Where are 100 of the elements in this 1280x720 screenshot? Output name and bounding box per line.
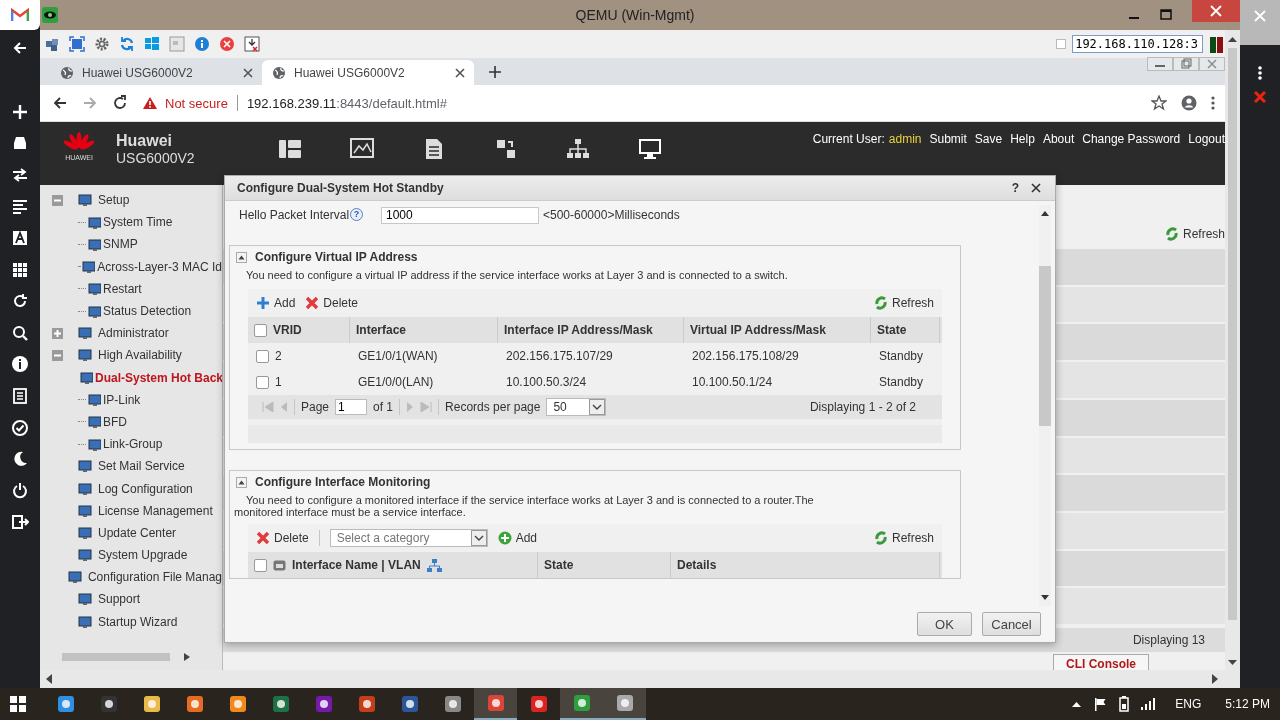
new-tab-icon[interactable] bbox=[488, 64, 502, 79]
tree-item[interactable]: Setup bbox=[98, 193, 130, 208]
battery-icon[interactable] bbox=[1119, 696, 1130, 712]
refresh-button[interactable]: Refresh bbox=[873, 296, 934, 310]
header-link[interactable]: Submit bbox=[929, 132, 967, 146]
text-field[interactable]: 1000 bbox=[381, 206, 539, 224]
close-icon[interactable] bbox=[242, 66, 254, 79]
tree-item[interactable]: Set Mail Service bbox=[98, 459, 185, 474]
signal-icon[interactable] bbox=[1141, 698, 1156, 710]
star-icon[interactable] bbox=[1151, 95, 1167, 111]
add-button[interactable]: Add bbox=[256, 296, 296, 310]
taskbar-button[interactable] bbox=[474, 688, 517, 720]
tree-item[interactable]: Support bbox=[98, 592, 141, 607]
refresh-button[interactable]: Refresh bbox=[1164, 223, 1225, 245]
grid-icon[interactable] bbox=[11, 260, 29, 279]
chevron-up-icon[interactable] bbox=[1072, 701, 1082, 707]
close-icon[interactable] bbox=[454, 66, 466, 79]
tree-item[interactable]: Configuration File Manag bbox=[87, 570, 222, 585]
stop-icon[interactable] bbox=[219, 36, 235, 52]
plus-icon[interactable] bbox=[11, 102, 29, 121]
tree-item[interactable]: BFD bbox=[103, 414, 127, 429]
settings-icon[interactable] bbox=[94, 36, 110, 52]
cli-console-button[interactable]: CLI Console bbox=[1053, 654, 1149, 670]
checkbox[interactable] bbox=[254, 323, 267, 337]
header-link[interactable]: Save bbox=[974, 132, 1003, 146]
tree-item[interactable]: Link-Group bbox=[103, 437, 163, 452]
scroll-right-icon[interactable] bbox=[184, 653, 190, 661]
checkbox[interactable] bbox=[256, 349, 269, 363]
cubes-icon[interactable] bbox=[44, 36, 60, 52]
download-window-icon[interactable] bbox=[244, 36, 260, 52]
delete-button[interactable]: Delete bbox=[256, 531, 309, 545]
text-lines-icon[interactable] bbox=[11, 197, 29, 216]
account-icon[interactable] bbox=[1181, 95, 1197, 111]
column-header[interactable]: Interface Name | VLAN bbox=[248, 552, 538, 578]
minimize-icon[interactable] bbox=[1147, 57, 1173, 71]
dialog-button[interactable]: OK bbox=[917, 612, 972, 636]
tree-item[interactable]: Restart bbox=[103, 281, 142, 296]
security-warning[interactable]: Not secure bbox=[165, 95, 228, 111]
dialog-button[interactable]: Cancel bbox=[982, 612, 1041, 636]
chart-window-icon[interactable] bbox=[350, 138, 374, 160]
tree-item[interactable]: SNMP bbox=[103, 237, 138, 252]
browser-tab[interactable]: Huawei USG6000V2 bbox=[50, 60, 262, 85]
expand-icon[interactable] bbox=[52, 327, 63, 339]
more-icon[interactable] bbox=[1211, 95, 1215, 111]
restore-icon[interactable] bbox=[1173, 57, 1199, 71]
header-link[interactable]: Logout bbox=[1188, 132, 1225, 146]
power-icon[interactable] bbox=[11, 481, 29, 500]
tree-item[interactable]: Across-Layer-3 MAC Id bbox=[97, 259, 222, 274]
browser-tab[interactable] bbox=[0, 0, 40, 30]
flag-icon[interactable] bbox=[1093, 697, 1108, 711]
browser-tab[interactable]: Huawei USG6000V2 bbox=[262, 60, 474, 85]
tree-item[interactable]: System Upgrade bbox=[98, 548, 188, 563]
column-header[interactable]: State bbox=[538, 552, 671, 578]
moon-icon[interactable] bbox=[11, 450, 29, 469]
tree-item[interactable]: License Management bbox=[98, 503, 213, 518]
info-icon[interactable] bbox=[11, 355, 29, 374]
checkbox[interactable] bbox=[254, 558, 267, 572]
tree-item[interactable]: High Availability bbox=[98, 348, 182, 363]
page-field[interactable]: 1 bbox=[335, 399, 368, 415]
tree-item[interactable]: Startup Wizard bbox=[98, 614, 178, 629]
checkbox[interactable] bbox=[1056, 39, 1067, 49]
clock-text[interactable]: 5:12 PM bbox=[1225, 697, 1270, 711]
help-icon[interactable]: ? bbox=[350, 208, 364, 221]
tree-item[interactable]: Log Configuration bbox=[98, 481, 193, 496]
collapse-icon[interactable] bbox=[236, 476, 247, 488]
taskbar-button[interactable] bbox=[560, 688, 603, 720]
exit-icon[interactable] bbox=[11, 513, 29, 532]
add-button[interactable]: Add bbox=[497, 531, 538, 545]
check-circle-icon[interactable] bbox=[11, 418, 29, 437]
header-link[interactable]: Change Password bbox=[1082, 132, 1181, 146]
more-icon[interactable] bbox=[1258, 65, 1262, 81]
column-header[interactable]: Virtual IP Address/Mask bbox=[684, 317, 871, 343]
refresh-button[interactable]: Refresh bbox=[873, 531, 934, 545]
network-icon[interactable] bbox=[566, 138, 590, 160]
maximize-icon[interactable] bbox=[1160, 9, 1172, 21]
tree-item[interactable]: Administrator bbox=[98, 326, 169, 341]
reload-icon[interactable] bbox=[112, 95, 128, 111]
back-icon[interactable] bbox=[52, 95, 68, 111]
category-dropdown[interactable]: Select a category bbox=[329, 529, 488, 547]
column-header[interactable]: Interface bbox=[350, 317, 498, 343]
taskbar-button[interactable] bbox=[603, 688, 646, 720]
zoom-icon[interactable] bbox=[11, 323, 29, 342]
header-link[interactable]: Help bbox=[1010, 132, 1035, 146]
address-field[interactable]: 192.168.110.128:3 bbox=[1072, 35, 1203, 53]
tree-item[interactable]: System Time bbox=[103, 215, 173, 230]
shapes-icon[interactable] bbox=[494, 138, 518, 160]
column-header[interactable]: Details bbox=[671, 552, 940, 578]
column-header[interactable]: VRID bbox=[248, 317, 350, 343]
monitor-icon[interactable] bbox=[638, 138, 662, 160]
tree-item[interactable]: IP-Link bbox=[103, 392, 141, 407]
collapse-icon[interactable] bbox=[236, 251, 247, 263]
start-icon[interactable] bbox=[10, 696, 26, 712]
tree-item[interactable]: Update Center bbox=[98, 525, 177, 540]
windows-logo-icon[interactable] bbox=[144, 36, 160, 52]
language-indicator[interactable]: ENG bbox=[1175, 697, 1202, 711]
help-button[interactable]: ? bbox=[1011, 181, 1019, 195]
delete-button[interactable]: Delete bbox=[305, 296, 359, 310]
font-icon[interactable] bbox=[11, 228, 29, 247]
url-text[interactable]: 192.168.239.11:8443/default.html# bbox=[246, 95, 447, 111]
dashboard-icon[interactable] bbox=[278, 138, 302, 160]
